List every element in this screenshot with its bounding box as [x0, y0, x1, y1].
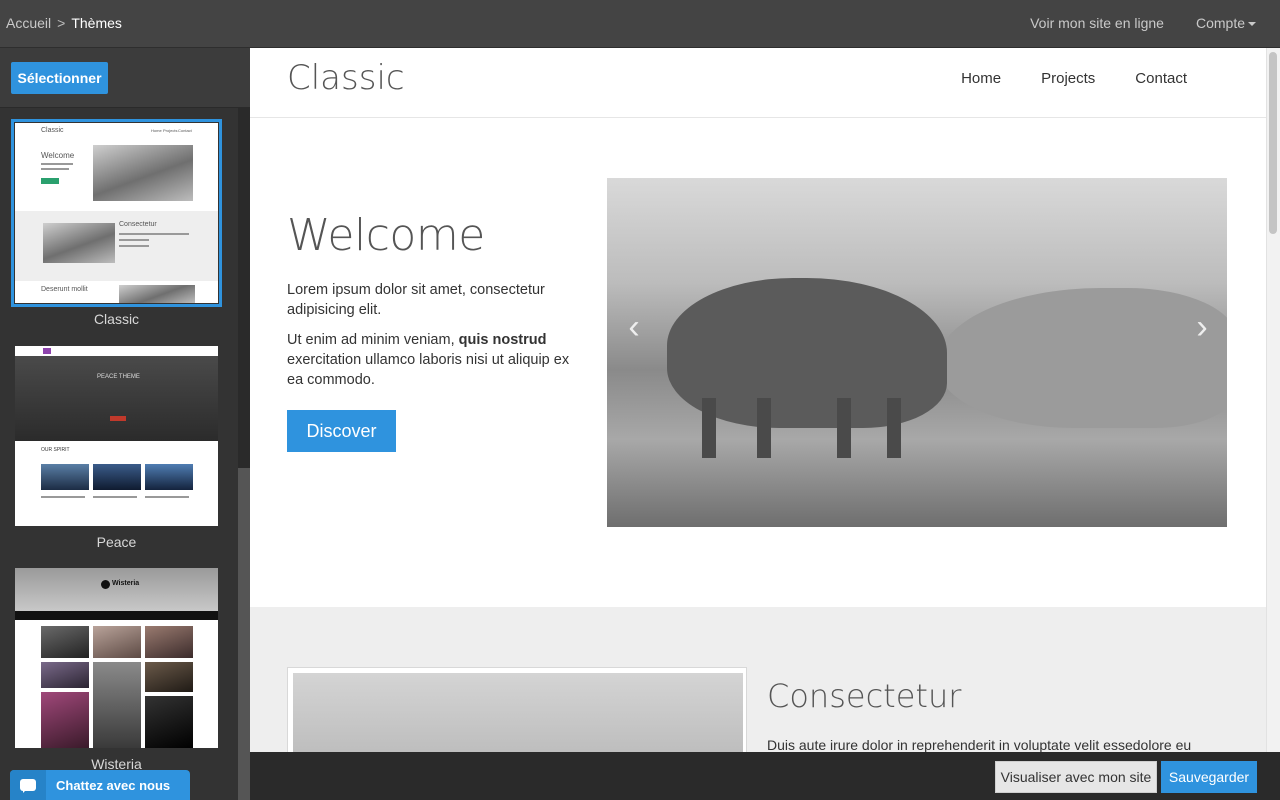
account-menu[interactable]: Compte	[1196, 15, 1256, 31]
theme-card-peace[interactable]: PEACE THEME OUR SPIRIT Peace	[15, 346, 218, 550]
intro-paragraph: Lorem ipsum dolor sit amet, consectetur …	[287, 282, 545, 318]
account-label: Compte	[1195, 15, 1245, 31]
chat-widget-button[interactable]: Chattez avec nous	[10, 770, 190, 800]
chat-label: Chattez avec nous	[56, 777, 171, 793]
breadcrumb-separator: >	[57, 15, 66, 31]
consectetur-heading: Consectetur	[767, 677, 962, 715]
site-nav: Home Projects Contact	[961, 70, 1187, 87]
carousel-next-icon[interactable]: ›	[1187, 308, 1217, 348]
para2-start: Ut enim ad minim veniam,	[287, 332, 459, 348]
discover-button[interactable]: Discover	[287, 410, 396, 452]
para2-end: exercitation ullamco laboris nisi ut ali…	[287, 352, 570, 388]
nav-contact[interactable]: Contact	[1135, 70, 1187, 87]
bottom-action-bar: Visualiser avec mon site Sauvegarder	[250, 752, 1280, 800]
thumb-nav-contact: Contact	[178, 128, 192, 133]
top-bar: Accueil > Thèmes Voir mon site en ligne …	[0, 0, 1280, 48]
para2-bold: quis nostrud	[458, 332, 547, 348]
theme-thumbnail-peace[interactable]: PEACE THEME OUR SPIRIT	[15, 346, 218, 526]
view-site-link[interactable]: Voir mon site en ligne	[1030, 15, 1164, 31]
thumb-photo-bench	[43, 223, 115, 263]
breadcrumb: Accueil > Thèmes	[6, 15, 122, 31]
hero-image-carousel: ‹ ›	[607, 178, 1227, 527]
preview-scrollbar-thumb[interactable]	[1269, 52, 1277, 234]
thumb-nav-projects: Projects	[163, 128, 178, 133]
theme-card-wisteria[interactable]: Wisteria Wisteria	[15, 568, 218, 772]
consectetur-text: Duis aute irure dolor in reprehenderit i…	[767, 737, 1192, 752]
thumb-photo-street	[93, 145, 193, 201]
thumb-heading-welcome: Welcome	[41, 151, 75, 160]
thumb-heading-consectetur: Consectetur	[119, 221, 157, 228]
sidebar-scrollbar-thumb[interactable]	[238, 468, 250, 800]
second-paragraph: Ut enim ad minim veniam, quis nostrud ex…	[287, 330, 587, 390]
sidebar-header: Sélectionner	[0, 48, 250, 108]
nav-projects[interactable]: Projects	[1041, 70, 1095, 87]
theme-name-peace: Peace	[96, 534, 137, 550]
preview-with-site-button[interactable]: Visualiser avec mon site	[995, 761, 1157, 793]
site-header: Classic Home Projects Contact	[250, 48, 1266, 118]
breadcrumb-home-link[interactable]: Accueil	[6, 15, 51, 31]
themes-sidebar: Sélectionner Classic Home Projects Conta…	[0, 48, 250, 800]
chat-icon	[10, 770, 46, 800]
welcome-heading: Welcome	[287, 210, 485, 261]
thumb-wisteria-title: Wisteria	[112, 580, 140, 587]
thumb-title: Classic	[41, 127, 64, 134]
save-button[interactable]: Sauvegarder	[1161, 761, 1257, 793]
thumb-peace-title: PEACE THEME	[97, 374, 140, 380]
top-right-links: Voir mon site en ligne Compte	[1030, 15, 1256, 31]
theme-thumbnail-wisteria[interactable]: Wisteria	[15, 568, 218, 748]
thumb-nav-home: Home	[151, 128, 162, 133]
nav-home[interactable]: Home	[961, 70, 1001, 87]
caret-down-icon	[1248, 22, 1256, 27]
theme-name-classic: Classic	[93, 311, 140, 327]
carousel-prev-icon[interactable]: ‹	[619, 308, 649, 348]
theme-preview: Classic Home Projects Contact Welcome Lo…	[250, 48, 1266, 752]
select-button[interactable]: Sélectionner	[11, 62, 108, 94]
breadcrumb-current: Thèmes	[71, 15, 122, 31]
theme-card-classic[interactable]: Classic Home Projects Contact Welcome Co…	[11, 119, 222, 327]
wisteria-logo-icon	[101, 580, 110, 589]
theme-thumbnail-classic[interactable]: Classic Home Projects Contact Welcome Co…	[11, 119, 222, 307]
site-title[interactable]: Classic	[287, 58, 405, 98]
thumb-heading-deserunt: Deserunt mollit	[41, 286, 88, 293]
section-image-frame	[287, 667, 747, 752]
thumb-peace-section: OUR SPIRIT	[41, 447, 70, 453]
peace-logo-icon	[43, 348, 51, 354]
thumb-button	[41, 178, 59, 184]
consectetur-section: Consectetur Duis aute irure dolor in rep…	[250, 607, 1266, 752]
